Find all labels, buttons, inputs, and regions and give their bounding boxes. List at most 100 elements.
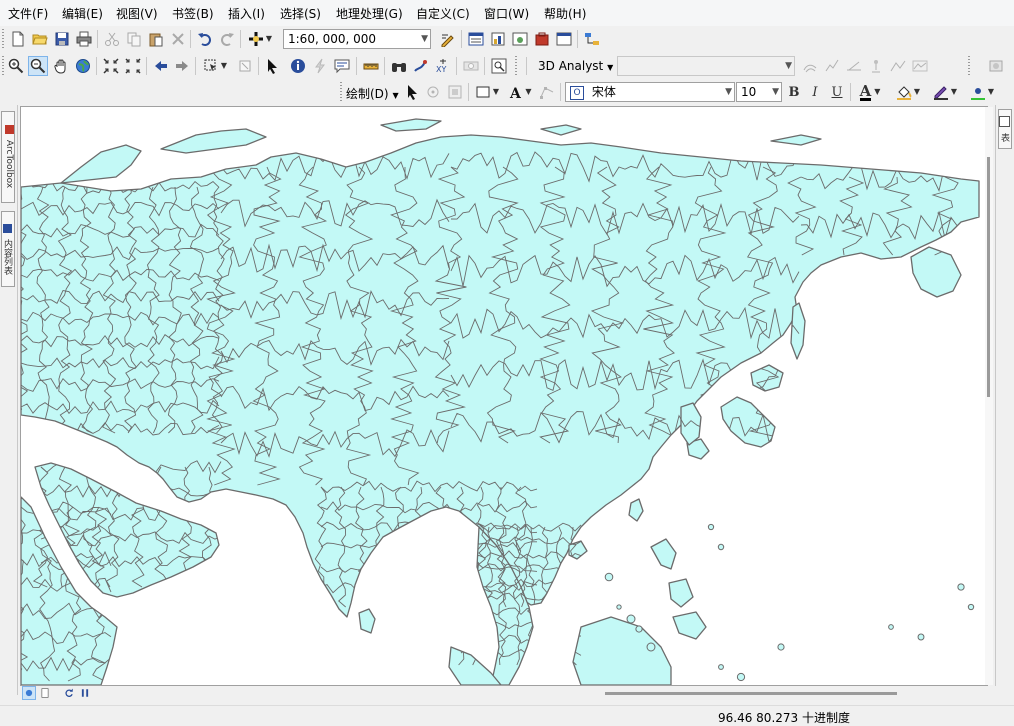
cut-icon[interactable] <box>102 29 122 49</box>
menu-geoprocessing[interactable]: 地理处理(G) <box>336 5 403 22</box>
save-icon[interactable] <box>52 29 72 49</box>
pan-hand-icon[interactable] <box>51 56 71 76</box>
chevron-down-icon: ▼ <box>607 63 614 72</box>
scrollbar-thumb[interactable] <box>987 157 990 397</box>
map-horizontal-scrollbar-thumb[interactable] <box>605 692 897 695</box>
menu-edit[interactable]: 编辑(E) <box>62 5 103 22</box>
italic-button[interactable]: I <box>805 82 825 102</box>
menu-selection[interactable]: 选择(S) <box>280 5 321 22</box>
font-family-combo[interactable]: O 宋体 ▼ <box>565 82 735 102</box>
search-window-icon[interactable] <box>510 29 530 49</box>
3d-analyst-layer-combo[interactable]: ▼ <box>617 56 795 76</box>
menu-insert[interactable]: 插入(I) <box>228 5 265 22</box>
zoom-out-icon[interactable] <box>28 56 48 76</box>
tools-toolbar: ▼ XY 3D Analyst ▼ ▼ <box>0 53 1014 79</box>
add-data-icon[interactable]: ▼ <box>245 29 275 49</box>
select-elements-arrow-icon[interactable] <box>262 56 282 76</box>
find-binoculars-icon[interactable] <box>389 56 409 76</box>
toolbar-overflow[interactable] <box>966 56 972 76</box>
paste-icon[interactable] <box>146 29 166 49</box>
interpolate-point-icon[interactable] <box>866 56 886 76</box>
draw-menu-label: 绘制(D) <box>346 87 389 101</box>
hokkaido <box>750 364 784 392</box>
underline-button[interactable]: U <box>827 82 847 102</box>
table-of-contents-tab[interactable]: 内容列表 <box>1 211 15 287</box>
time-slider-icon[interactable] <box>461 56 481 76</box>
status-bar: 96.46 80.273 十进制度 <box>0 705 1014 725</box>
map-vertical-scrollbar[interactable] <box>985 107 993 685</box>
go-to-xy-icon[interactable]: XY <box>433 56 453 76</box>
font-size-combo[interactable]: 10 ▼ <box>736 82 782 102</box>
text-tool-icon[interactable]: A ▼ <box>506 82 534 102</box>
open-folder-icon[interactable] <box>30 29 50 49</box>
zoom-to-selected-elements-icon[interactable] <box>445 82 465 102</box>
toolbar-overflow[interactable] <box>513 56 519 76</box>
profile-graph-icon[interactable] <box>910 56 930 76</box>
edit-vertices-icon[interactable] <box>537 82 557 102</box>
identify-icon[interactable] <box>288 56 308 76</box>
arctoolbox-icon[interactable] <box>532 29 552 49</box>
menu-help[interactable]: 帮助(H) <box>544 5 586 22</box>
arctoolbox-tab[interactable]: ArcToolbox <box>1 111 15 203</box>
steepest-path-icon[interactable] <box>822 56 842 76</box>
menu-customize[interactable]: 自定义(C) <box>416 5 470 22</box>
effects-toolbar-icon[interactable] <box>986 56 1006 76</box>
rectangle-icon[interactable]: ▼ <box>473 82 501 102</box>
asia-map[interactable] <box>21 107 987 685</box>
menu-bookmarks[interactable]: 书签(B) <box>172 5 214 22</box>
layout-view-icon[interactable] <box>38 686 52 700</box>
find-route-icon[interactable] <box>411 56 431 76</box>
data-view-icon[interactable] <box>22 686 36 700</box>
python-window-icon[interactable] <box>554 29 574 49</box>
back-extent-icon[interactable] <box>151 56 171 76</box>
full-extent-globe-icon[interactable] <box>73 56 93 76</box>
create-viewer-window-icon[interactable] <box>489 56 509 76</box>
model-builder-icon[interactable] <box>582 29 602 49</box>
menu-view[interactable]: 视图(V) <box>116 5 158 22</box>
font-family-value: 宋体 <box>591 85 616 99</box>
select-features-icon[interactable]: ▼ <box>200 56 230 76</box>
new-document-icon[interactable] <box>8 29 28 49</box>
forward-extent-icon[interactable] <box>172 56 192 76</box>
small-island <box>777 643 785 651</box>
line-of-sight-icon[interactable] <box>844 56 864 76</box>
right-dock-tab[interactable]: 表 <box>998 109 1012 149</box>
line-color-icon[interactable]: ▼ <box>930 82 960 102</box>
measure-icon[interactable] <box>361 56 381 76</box>
catalog-icon[interactable] <box>488 29 508 49</box>
refresh-icon[interactable] <box>62 686 76 700</box>
editor-toolbar-icon[interactable] <box>438 29 458 49</box>
zoom-in-icon[interactable] <box>6 56 26 76</box>
bold-button[interactable]: B <box>784 82 804 102</box>
font-color-button[interactable]: A ▼ <box>855 82 885 102</box>
contour-icon[interactable] <box>800 56 820 76</box>
table-of-contents-icon[interactable] <box>466 29 486 49</box>
pause-drawing-icon[interactable] <box>78 686 92 700</box>
small-island <box>917 633 925 641</box>
hyperlink-icon[interactable] <box>310 56 330 76</box>
fill-color-icon[interactable]: ▼ <box>893 82 923 102</box>
draw-menu[interactable]: 绘制(D) ▼ <box>346 85 399 102</box>
copy-icon[interactable] <box>124 29 144 49</box>
left-dock: ArcToolbox 内容列表 <box>0 105 18 695</box>
rotate-icon[interactable] <box>423 82 443 102</box>
map-view[interactable] <box>20 106 988 686</box>
print-icon[interactable] <box>74 29 94 49</box>
fixed-zoom-out-icon[interactable] <box>123 56 143 76</box>
map-scale-combo[interactable]: 1:60, 000, 000 ▼ <box>283 29 431 49</box>
html-popup-icon[interactable] <box>332 56 352 76</box>
select-element-arrow-icon[interactable] <box>402 82 422 102</box>
menu-windows[interactable]: 窗口(W) <box>484 5 529 22</box>
toolbar-grip[interactable] <box>0 29 6 49</box>
fixed-zoom-in-icon[interactable] <box>101 56 121 76</box>
3d-analyst-menu[interactable]: 3D Analyst ▼ <box>538 59 613 73</box>
interpolate-line-icon[interactable] <box>888 56 908 76</box>
clear-selection-icon[interactable] <box>235 56 255 76</box>
delete-icon[interactable] <box>168 29 188 49</box>
redo-icon[interactable] <box>217 29 237 49</box>
undo-icon[interactable] <box>195 29 215 49</box>
font-size-value: 10 <box>741 85 757 99</box>
marker-color-icon[interactable]: ▼ <box>967 82 997 102</box>
menu-file[interactable]: 文件(F) <box>8 5 48 22</box>
small-island <box>604 572 614 582</box>
